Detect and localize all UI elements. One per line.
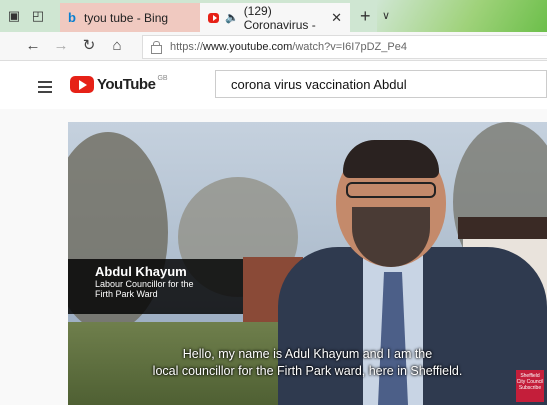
youtube-play-icon: [70, 76, 94, 93]
tab-bing[interactable]: b tyou tube - Bing: [60, 3, 200, 32]
video-player[interactable]: Abdul Khayum Labour Councillor for the F…: [68, 122, 547, 405]
chevron-down-icon[interactable]: ∨: [382, 9, 390, 22]
speaker-role-line: Firth Park Ward: [95, 289, 158, 299]
url-prefix: https://: [170, 41, 204, 53]
url-host: www.youtube.com: [203, 41, 293, 53]
tab-youtube[interactable]: 🔈 (129) Coronavirus - ✕: [200, 3, 350, 32]
forward-button[interactable]: →: [52, 37, 70, 55]
menu-icon[interactable]: [38, 81, 52, 96]
youtube-logo-text: YouTube: [97, 76, 156, 93]
tab-title: tyou tube - Bing: [84, 10, 169, 25]
refresh-button[interactable]: ↻: [80, 37, 98, 55]
subscribe-watermark[interactable]: Sheffield City Council Subscribe: [516, 370, 544, 402]
youtube-icon: [208, 12, 219, 23]
name-lower-third: Abdul Khayum Labour Councillor for the F…: [68, 259, 243, 314]
browser-tab-bar: ▣ ◰ b tyou tube - Bing 🔈 (129) Coronavir…: [0, 0, 547, 32]
url-path: /watch?v=I6I7pDZ_Pe4: [292, 41, 407, 53]
bing-icon: b: [68, 9, 76, 25]
home-button[interactable]: ⌂: [108, 37, 126, 55]
youtube-header: YouTube GB corona virus vaccination Abdu…: [0, 61, 547, 109]
country-code: GB: [157, 75, 168, 82]
back-button[interactable]: ←: [24, 37, 42, 55]
set-aside-tabs-icon[interactable]: ◰: [30, 8, 46, 24]
speaker-glasses: [346, 182, 436, 198]
search-input[interactable]: corona virus vaccination Abdul: [215, 70, 547, 98]
tab-title: (129) Coronavirus -: [243, 3, 316, 32]
tab-preview-icon[interactable]: ▣: [6, 8, 22, 24]
video-subtitles: Hello, my name is Adul Khayum and I am t…: [68, 346, 547, 380]
tab-bar-decoration: [377, 0, 547, 32]
new-tab-button[interactable]: +: [360, 7, 371, 25]
speaker-role-line: Labour Councillor for the: [95, 279, 194, 289]
youtube-logo[interactable]: YouTube GB: [70, 75, 168, 93]
close-icon[interactable]: ✕: [331, 10, 342, 26]
video-roof: [458, 217, 547, 239]
address-toolbar: ← → ↻ ⌂ https://www.youtube.com/watch?v=…: [0, 32, 547, 61]
speaker-icon[interactable]: 🔈: [225, 11, 239, 24]
speaker-name: Abdul Khayum: [95, 264, 187, 279]
subtitle-line: Hello, my name is Adul Khayum and I am t…: [182, 347, 433, 361]
lock-icon: [151, 40, 162, 54]
address-bar[interactable]: https://www.youtube.com/watch?v=I6I7pDZ_…: [142, 35, 547, 59]
subtitle-line: local councillor for the Firth Park ward…: [152, 364, 463, 378]
speaker-hair: [343, 140, 439, 178]
